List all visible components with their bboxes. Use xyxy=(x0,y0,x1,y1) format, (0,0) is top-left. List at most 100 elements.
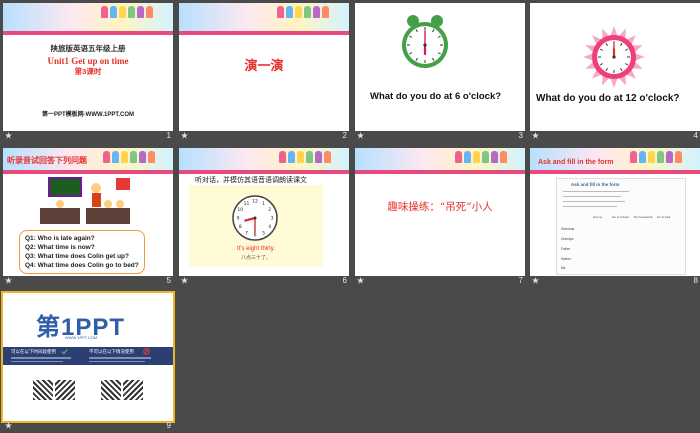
animation-star-icon xyxy=(181,132,188,139)
clock-numeral: 12 xyxy=(252,199,258,205)
slide-8-canvas: Ask and fill in the form Ask and fill in… xyxy=(530,148,700,276)
sun-ray xyxy=(610,26,618,37)
qr-code-4 xyxy=(123,380,143,400)
clock-caption: It's eight thirty. xyxy=(236,246,276,252)
clock-numeral: 2 xyxy=(268,207,271,213)
unit-title: Unit1 Get up on time xyxy=(47,56,129,66)
animation-star-icon xyxy=(5,132,12,139)
slide-title: 听录音试回答下列问题 xyxy=(7,156,87,165)
clock-numeral: 9 xyxy=(237,216,240,222)
col-header-1: Get up xyxy=(593,215,603,219)
animation-star-icon xyxy=(532,132,539,139)
slide-title: 演一演 xyxy=(244,58,284,73)
forbidden-usage-heading: 不可以在以下情况使用 xyxy=(89,349,134,354)
col-header-3: Do homework xyxy=(634,215,653,219)
slide-7-canvas: 趣味操练：“吊死”小人 xyxy=(355,148,525,276)
alarm-clock-6-oclock xyxy=(402,15,448,68)
slide-number: 1 xyxy=(166,131,171,140)
slide-2-canvas: 演一演 xyxy=(179,3,349,131)
slide-thumbnail-8[interactable]: Ask and fill in the form Ask and fill in… xyxy=(530,148,700,285)
textbook-title: 陕旅版英语五年级上册 xyxy=(50,44,126,53)
animation-star-icon xyxy=(357,132,364,139)
sun-clock-12-oclock xyxy=(583,26,645,88)
clock-numeral: 5 xyxy=(262,230,265,236)
row-label-5: Me xyxy=(561,266,566,270)
slide-title: Ask and fill in the form xyxy=(538,159,614,166)
slide-9-canvas: 第1PPT WWW.1PPT.COM 可以在以下时间段使用 不可以在以下情况使用 xyxy=(1,291,175,423)
slide-question: What do you do at 12 o'clock? xyxy=(536,93,680,104)
worksheet-title: Ask and fill in the form xyxy=(571,182,620,187)
sun-ray xyxy=(583,53,594,61)
animation-star-icon xyxy=(5,422,12,429)
row-label-3: Father xyxy=(561,247,571,251)
col-header-2: Go to school xyxy=(612,215,629,219)
kids-illustration xyxy=(630,150,684,168)
animation-star-icon xyxy=(532,277,539,284)
slide-thumbnail-4[interactable]: What do you do at 12 o'clock? 4 xyxy=(530,3,700,140)
slide-footer: 第一PPT模板网-WWW.1PPT.COM xyxy=(42,112,134,118)
slide-3-canvas: What do you do at 6 o'clock? xyxy=(355,3,525,131)
lesson-label: 第3课时 xyxy=(74,67,102,76)
brand-logo-url: WWW.1PPT.COM xyxy=(65,335,98,340)
slide-number: 4 xyxy=(693,131,698,140)
usage-info-bar: 可以在以下时间段使用 不可以在以下情况使用 xyxy=(3,347,173,365)
clock-caption-translation: 八点三十了。 xyxy=(240,255,271,261)
slide-thumbnail-7[interactable]: 趣味操练：“吊死”小人 7 xyxy=(355,148,525,285)
question-box: Q1: Who is late again? Q2: What time is … xyxy=(19,230,145,274)
animation-star-icon xyxy=(181,277,188,284)
clock-panel: 1 2 3 4 5 6 7 8 9 10 11 12 It's eight thirty. 八点三十了… xyxy=(189,185,323,267)
slide-number: 2 xyxy=(342,131,347,140)
slide-number: 8 xyxy=(693,276,698,285)
clock-numeral: 10 xyxy=(237,207,243,213)
kids-illustration xyxy=(103,150,157,168)
banner-strip xyxy=(179,31,349,35)
slide-thumbnail-2[interactable]: 演一演 2 xyxy=(179,3,349,140)
question-4: Q4: What time does Colin go to bed? xyxy=(25,262,139,269)
slide-title: 听对话，并模仿其语音语调朗读课文 xyxy=(195,177,307,184)
row-label-4: Mother xyxy=(561,257,571,261)
banner-strip xyxy=(355,170,525,174)
qr-code-2 xyxy=(55,380,75,400)
slide-thumbnail-5[interactable]: 听录音试回答下列问题 Q1: Who is late again? Q2: Wh… xyxy=(3,148,173,285)
question-3: Q3: What time does Colin get up? xyxy=(25,253,129,260)
allowed-usage-heading: 可以在以下时间段使用 xyxy=(11,349,56,354)
question-1: Q1: Who is late again? xyxy=(25,235,95,242)
clock-numeral: 3 xyxy=(271,216,274,222)
banner-strip xyxy=(530,170,700,174)
animation-star-icon xyxy=(5,277,12,284)
row-label-2: Grandpa xyxy=(561,237,574,241)
row-label-1: Grandma xyxy=(561,227,575,231)
kids-illustration xyxy=(279,150,333,168)
animation-star-icon xyxy=(357,277,364,284)
clock-numeral: 7 xyxy=(245,230,248,236)
banner-strip xyxy=(3,31,173,35)
kids-illustration xyxy=(277,5,331,23)
kids-illustration xyxy=(101,5,155,23)
slide-thumbnail-9[interactable]: 第1PPT WWW.1PPT.COM 可以在以下时间段使用 不可以在以下情况使用… xyxy=(1,291,175,430)
slide-thumbnail-3[interactable]: What do you do at 6 o'clock? 3 xyxy=(355,3,525,140)
prohibited-icon xyxy=(143,348,150,355)
clock-numeral: 8 xyxy=(239,224,242,230)
slide-question: What do you do at 6 o'clock? xyxy=(370,91,502,102)
worksheet-image: Ask and fill in the form Get up Go to sc… xyxy=(556,178,686,275)
clock-numeral: 1 xyxy=(262,201,265,207)
slide-number: 3 xyxy=(518,131,523,140)
slide-number: 7 xyxy=(518,276,523,285)
slide-5-canvas: 听录音试回答下列问题 Q1: Who is late again? Q2: Wh… xyxy=(3,148,173,276)
slide-thumbnail-1[interactable]: 陕旅版英语五年级上册 Unit1 Get up on time 第3课时 第一P… xyxy=(3,3,173,140)
banner-strip xyxy=(179,170,349,174)
check-icon xyxy=(61,348,68,355)
slide-1-canvas: 陕旅版英语五年级上册 Unit1 Get up on time 第3课时 第一P… xyxy=(3,3,173,131)
slide-number: 6 xyxy=(342,276,347,285)
sun-ray xyxy=(634,53,645,61)
qr-code-1 xyxy=(33,380,53,400)
col-header-4: Go to bed xyxy=(657,215,671,219)
clock-numeral: 11 xyxy=(244,201,250,207)
slide-thumbnail-6[interactable]: 听对话，并模仿其语音语调朗读课文 1 2 3 4 5 6 7 8 9 10 11 12 It's ei… xyxy=(179,148,349,285)
slide-6-canvas: 听对话，并模仿其语音语调朗读课文 1 2 3 4 5 6 7 8 9 10 11 12 It's ei… xyxy=(179,148,349,276)
classroom-illustration xyxy=(40,177,130,224)
slide-title: 趣味操练：“吊死”小人 xyxy=(387,201,493,213)
slide-number: 5 xyxy=(166,276,171,285)
slide-number: 9 xyxy=(166,421,171,430)
slide-4-canvas: What do you do at 12 o'clock? xyxy=(530,3,700,131)
